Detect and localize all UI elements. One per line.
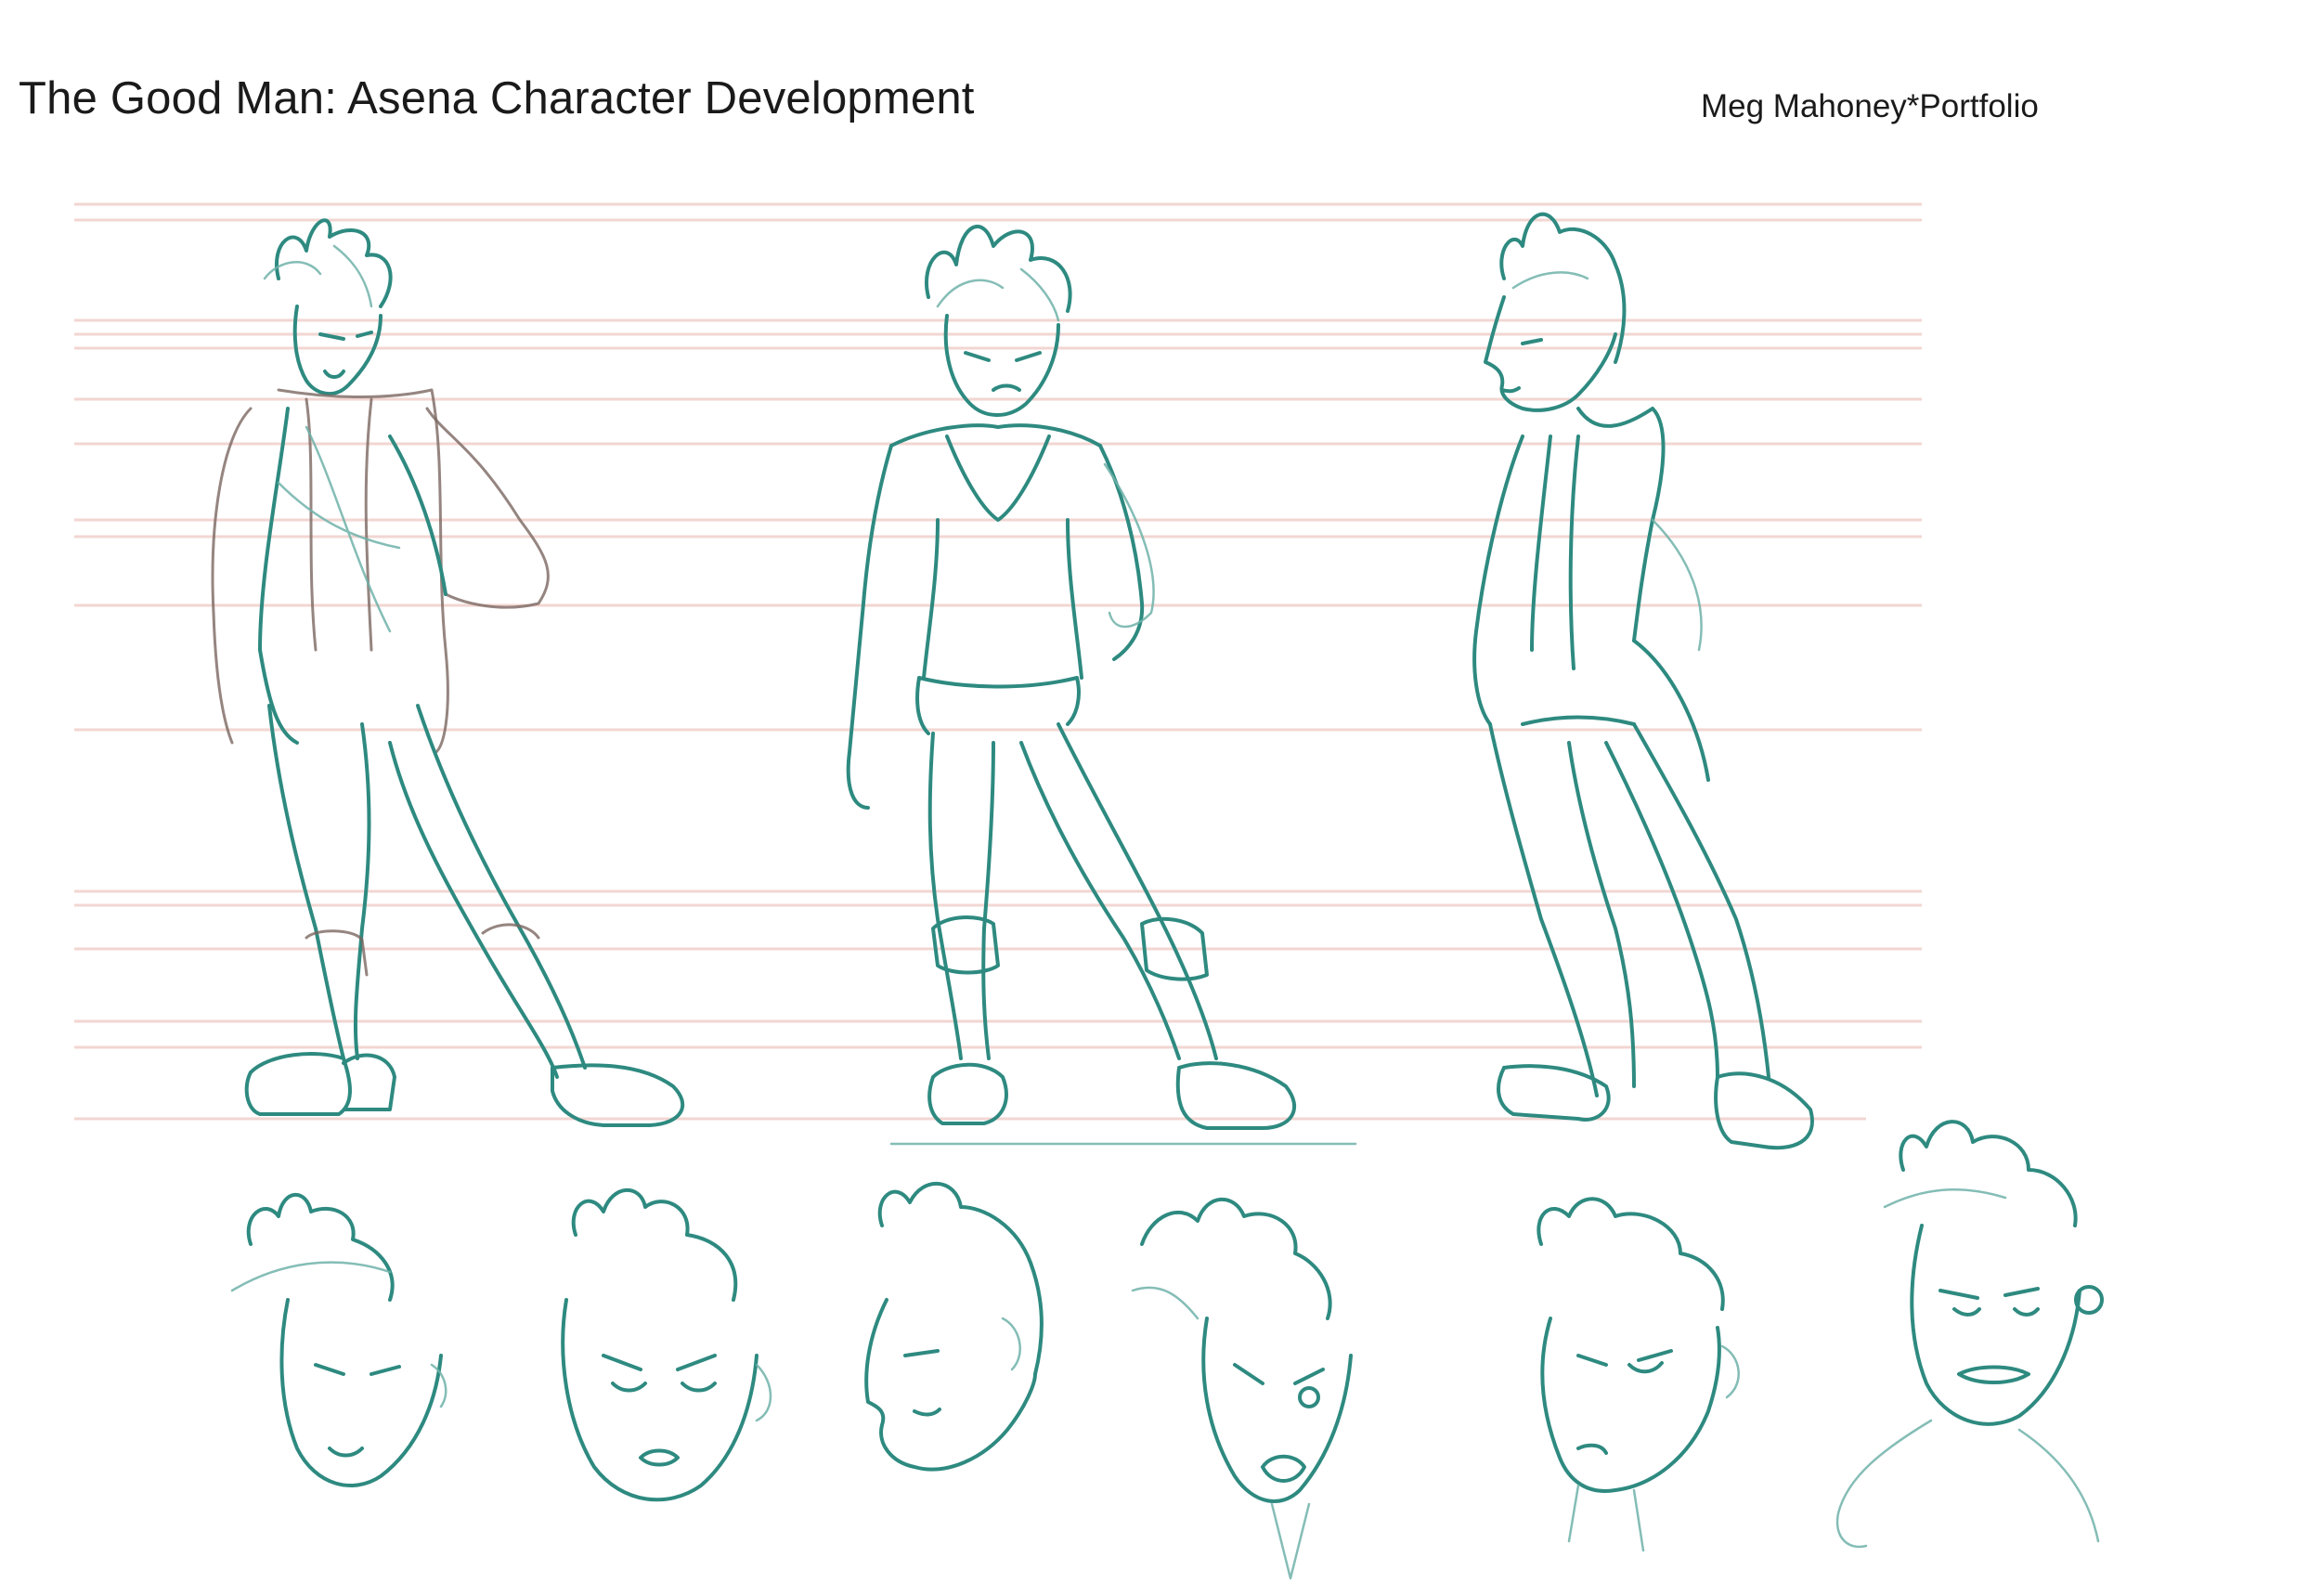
head-study-3 — [864, 1182, 1044, 1472]
head-study-2 — [561, 1187, 772, 1502]
height-guide-lines — [74, 202, 1922, 1121]
full-body-pose-side — [1472, 212, 1814, 1150]
head-study-5 — [1537, 1197, 1740, 1552]
head-study-4 — [1131, 1197, 1353, 1580]
head-study-1 — [230, 1192, 447, 1487]
full-body-pose-three-quarter — [211, 218, 685, 1127]
full-body-pose-front — [846, 225, 1357, 1146]
sketch-sheet — [74, 202, 2104, 1580]
head-study-6 — [1835, 1120, 2104, 1549]
